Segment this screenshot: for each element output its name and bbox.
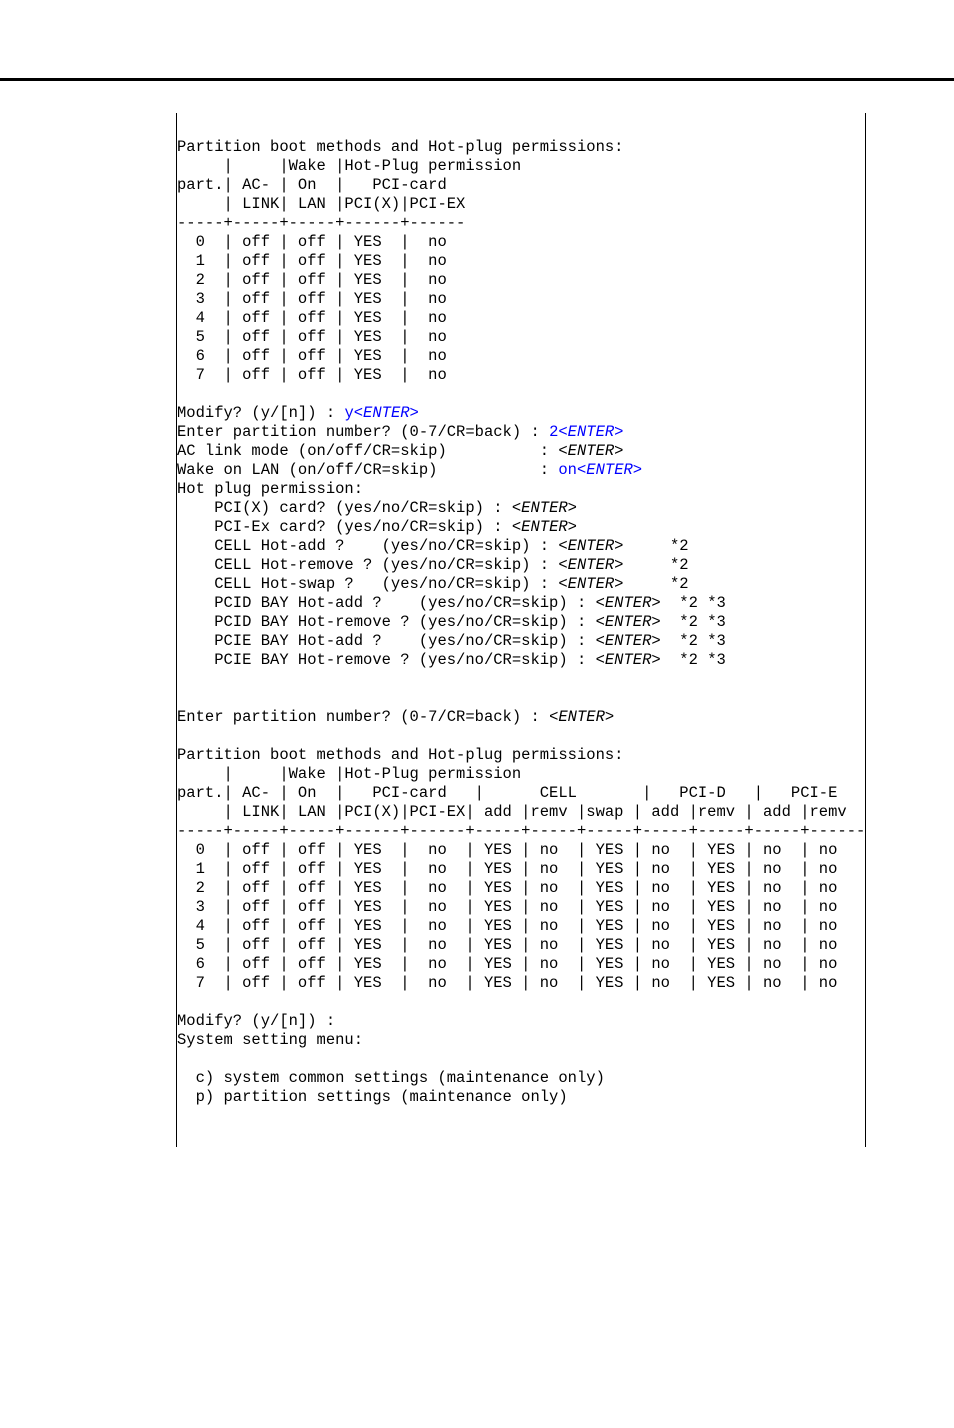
table-row: 1 | off | off | YES | no | YES | no | YE… [177,860,837,878]
cell-hot-remove-label: CELL Hot-remove ? (yes/no/CR=skip) : [177,556,558,574]
table-row: 6 | off | off | YES | no [177,347,447,365]
table-row: 7 | off | off | YES | no | YES | no | YE… [177,974,837,992]
page: Partition boot methods and Hot-plug perm… [0,78,954,1428]
pcid-bay-add-label: PCID BAY Hot-add ? (yes/no/CR=skip) : [177,594,596,612]
pcie-bay-remove-label: PCIE BAY Hot-remove ? (yes/no/CR=skip) : [177,651,596,669]
enter-key: <ENTER> [512,518,577,536]
cell-hot-swap-label: CELL Hot-swap ? (yes/no/CR=skip) : [177,575,558,593]
table-row: 6 | off | off | YES | no | YES | no | YE… [177,955,837,973]
section1-header-l2: part.| AC- | On | PCI-card [177,176,447,194]
enter-key: <ENTER> [558,575,623,593]
enter-key: <ENTER> [558,556,623,574]
section2-header-sep: -----+-----+-----+------+------+-----+--… [177,822,865,840]
note-marker: *2 *3 [661,632,726,650]
section2-header-l1: | |Wake |Hot-Plug permission [177,765,521,783]
menu-item-p: p) partition settings (maintenance only) [177,1088,568,1106]
note-marker: *2 [624,556,689,574]
menu-item-c: c) system common settings (maintenance o… [177,1069,605,1087]
page-rule [0,78,954,81]
wake-lan-prompt-label: Wake on LAN (on/off/CR=skip) : [177,461,558,479]
table-row: 4 | off | off | YES | no [177,309,447,327]
table-row: 2 | off | off | YES | no | YES | no | YE… [177,879,837,897]
table-row: 0 | off | off | YES | no | YES | no | YE… [177,841,837,859]
enter-key: <ENTER> [596,632,661,650]
table-row: 4 | off | off | YES | no | YES | no | YE… [177,917,837,935]
system-setting-menu-title: System setting menu: [177,1031,363,1049]
partition-prompt-input: 2 [549,423,558,441]
table-row: 7 | off | off | YES | no [177,366,447,384]
table-row: 0 | off | off | YES | no [177,233,447,251]
enter-key: <ENTER> [558,537,623,555]
section2-header-l3: | LINK| LAN |PCI(X)|PCI-EX| add |remv |s… [177,803,847,821]
table-row: 3 | off | off | YES | no | YES | no | YE… [177,898,837,916]
table-row: 5 | off | off | YES | no | YES | no | YE… [177,936,837,954]
modify-prompt-input: y [344,404,353,422]
enter-key: <ENTER> [596,594,661,612]
note-marker: *2 *3 [661,613,726,631]
hotplug-title: Hot plug permission: [177,480,363,498]
section1-header-sep: -----+-----+-----+------+------ [177,214,465,232]
pciex-card-label: PCI-Ex card? (yes/no/CR=skip) : [177,518,512,536]
wake-lan-prompt-input: on [558,461,577,479]
enter-key: <ENTER> [558,423,623,441]
pcix-card-label: PCI(X) card? (yes/no/CR=skip) : [177,499,512,517]
table-row: 1 | off | off | YES | no [177,252,447,270]
section1-header-l3: | LINK| LAN |PCI(X)|PCI-EX [177,195,465,213]
table-row: 5 | off | off | YES | no [177,328,447,346]
enter-key: <ENTER> [512,499,577,517]
section1-header-l1: | |Wake |Hot-Plug permission [177,157,521,175]
enter-key: <ENTER> [596,651,661,669]
note-marker: *2 *3 [661,651,726,669]
cell-hot-add-label: CELL Hot-add ? (yes/no/CR=skip) : [177,537,558,555]
section2-title: Partition boot methods and Hot-plug perm… [177,746,623,764]
section1-title: Partition boot methods and Hot-plug perm… [177,138,623,156]
pcie-bay-add-label: PCIE BAY Hot-add ? (yes/no/CR=skip) : [177,632,596,650]
table-row: 3 | off | off | YES | no [177,290,447,308]
ac-link-prompt-label: AC link mode (on/off/CR=skip) : [177,442,558,460]
note-marker: *2 *3 [661,594,726,612]
partition-prompt-label: Enter partition number? (0-7/CR=back) : [177,708,549,726]
table-row: 2 | off | off | YES | no [177,271,447,289]
terminal-output: Partition boot methods and Hot-plug perm… [176,113,866,1147]
enter-key: <ENTER> [549,708,614,726]
pcid-bay-remove-label: PCID BAY Hot-remove ? (yes/no/CR=skip) : [177,613,596,631]
enter-key: <ENTER> [354,404,419,422]
section2-header-l2: part.| AC- | On | PCI-card | CELL | PCI-… [177,784,837,802]
note-marker: *2 [624,575,689,593]
modify-prompt-label: Modify? (y/[n]) : [177,404,344,422]
note-marker: *2 [624,537,689,555]
partition-prompt-label: Enter partition number? (0-7/CR=back) : [177,423,549,441]
modify-prompt: Modify? (y/[n]) : [177,1012,335,1030]
enter-key: <ENTER> [577,461,642,479]
enter-key: <ENTER> [596,613,661,631]
enter-key: <ENTER> [558,442,623,460]
